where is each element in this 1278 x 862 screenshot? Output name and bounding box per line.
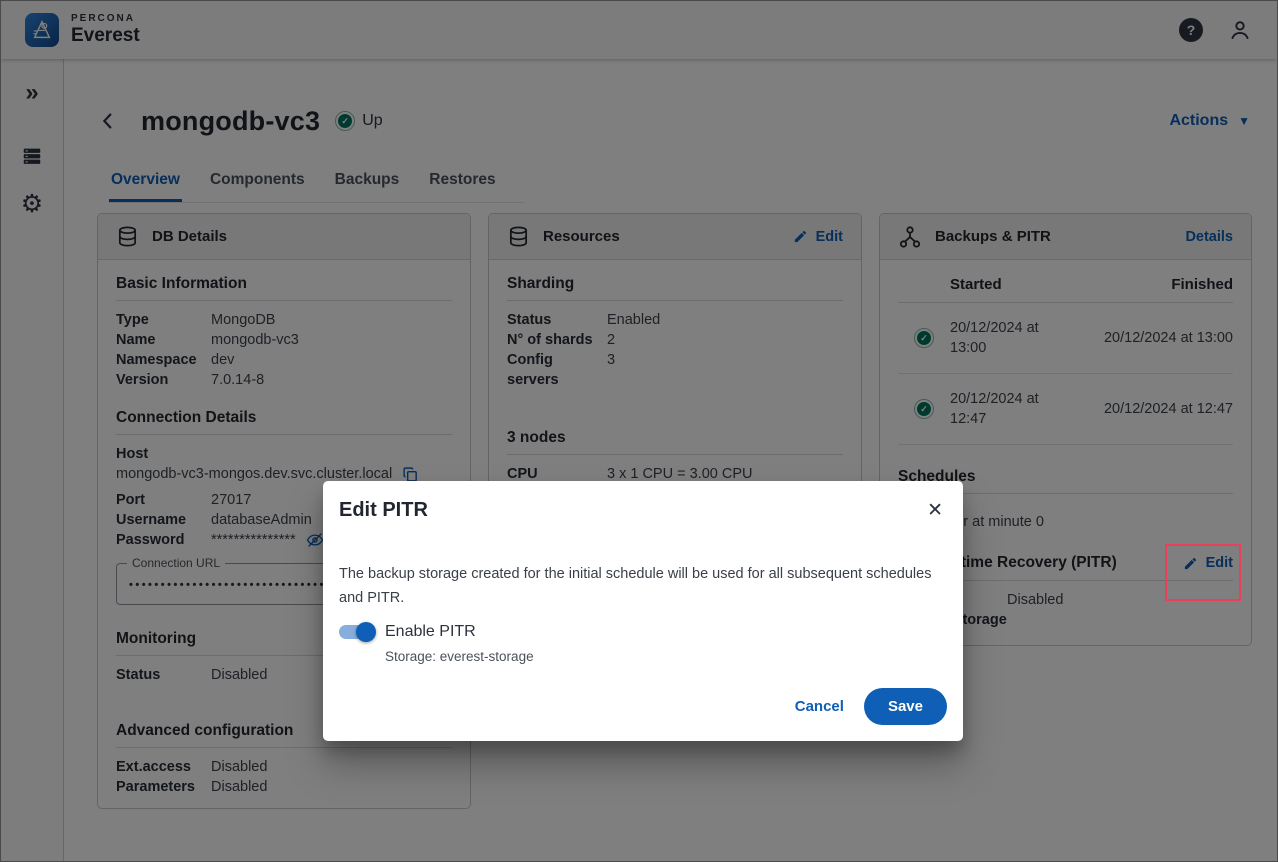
enable-pitr-toggle[interactable] [339,622,373,642]
storage-helper-text: Storage: everest-storage [385,649,947,664]
app-window: PERCONA Everest ? » ⚙ [0,0,1278,862]
highlight-annotation-box [1165,544,1241,601]
enable-pitr-label: Enable PITR [385,623,476,641]
edit-pitr-modal: Edit PITR ✕ The backup storage created f… [323,481,963,741]
save-button[interactable]: Save [864,688,947,725]
close-icon[interactable]: ✕ [927,499,943,522]
modal-description: The backup storage created for the initi… [339,562,939,610]
modal-title: Edit PITR [339,499,947,522]
cancel-button[interactable]: Cancel [795,698,844,715]
